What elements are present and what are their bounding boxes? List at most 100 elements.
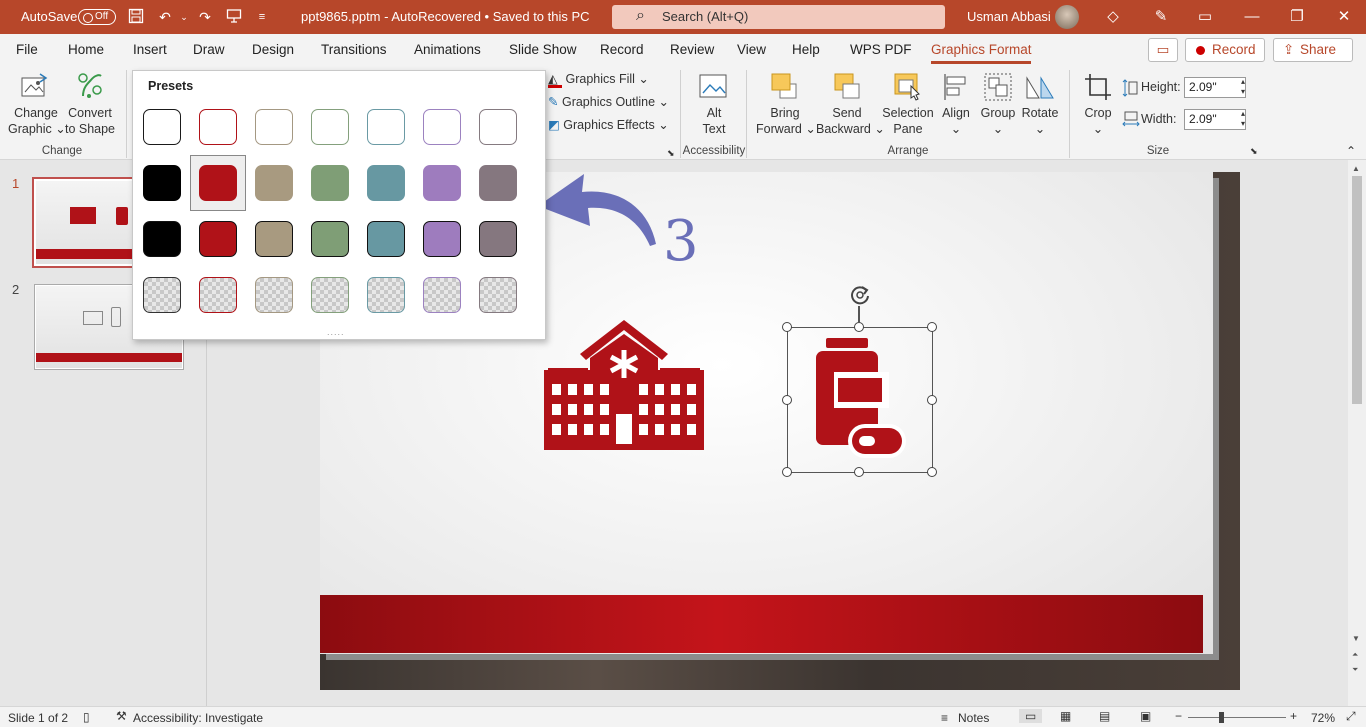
zoom-slider-thumb[interactable] bbox=[1219, 712, 1224, 723]
redo-icon[interactable]: ↷ bbox=[196, 8, 214, 26]
zoom-in-icon[interactable]: + bbox=[1290, 709, 1297, 723]
preset-swatch-r2-c7[interactable] bbox=[479, 165, 517, 201]
convert-to-shape-button[interactable]: Convert to Shape bbox=[64, 105, 116, 137]
autosave-toggle[interactable]: Off bbox=[78, 9, 116, 25]
preset-swatch-r4-c3[interactable] bbox=[255, 277, 293, 313]
send-backward-button[interactable]: Send Backward ⌄ bbox=[816, 105, 885, 137]
preset-swatch-r3-c4[interactable] bbox=[311, 221, 349, 257]
resize-handle-bottom-left[interactable] bbox=[782, 467, 792, 477]
width-spinner-icon[interactable]: ▴ ▾ bbox=[1241, 109, 1245, 129]
avatar[interactable] bbox=[1055, 5, 1079, 29]
accessibility-status[interactable]: Accessibility: Investigate bbox=[133, 711, 263, 725]
share-button[interactable]: ⇪ Share bbox=[1273, 38, 1353, 62]
preset-swatch-r3-c2[interactable] bbox=[199, 221, 237, 257]
width-input[interactable]: 2.09" bbox=[1184, 109, 1246, 130]
scroll-down-icon[interactable]: ▼ bbox=[1352, 634, 1360, 643]
align-icon[interactable] bbox=[942, 72, 970, 105]
preset-swatch-r3-c6[interactable] bbox=[423, 221, 461, 257]
scroll-up-icon[interactable]: ▲ bbox=[1352, 164, 1360, 173]
tab-help[interactable]: Help bbox=[792, 42, 820, 57]
spell-check-icon[interactable]: ▯ bbox=[83, 710, 90, 724]
alt-text-button[interactable]: Alt Text bbox=[694, 105, 734, 137]
restore-icon[interactable]: ❐ bbox=[1287, 7, 1307, 27]
group-icon[interactable] bbox=[983, 72, 1013, 105]
notes-button[interactable]: Notes bbox=[958, 711, 989, 725]
preset-swatch-r4-c5[interactable] bbox=[367, 277, 405, 313]
tab-review[interactable]: Review bbox=[670, 42, 714, 57]
preset-swatch-r4-c4[interactable] bbox=[311, 277, 349, 313]
rotate-icon[interactable] bbox=[1025, 72, 1055, 105]
vertical-scrollbar[interactable]: ▲ ▼ ⏶ ⏷ bbox=[1348, 160, 1366, 706]
preset-swatch-r2-c2[interactable] bbox=[199, 165, 237, 201]
preset-swatch-r1-c3[interactable] bbox=[255, 109, 293, 145]
preset-swatch-r2-c6[interactable] bbox=[423, 165, 461, 201]
search-box[interactable]: ⌕ Search (Alt+Q) bbox=[612, 5, 945, 29]
resize-handle-bottom-right[interactable] bbox=[927, 467, 937, 477]
ribbon-display-icon[interactable]: ▭ bbox=[1195, 7, 1215, 27]
rotate-button[interactable]: Rotate ⌄ bbox=[1019, 105, 1061, 137]
accessibility-icon[interactable]: ⚒ bbox=[116, 709, 127, 723]
selection-pane-button[interactable]: Selection Pane bbox=[880, 105, 936, 137]
resize-handle-top-right[interactable] bbox=[927, 322, 937, 332]
present-icon[interactable] bbox=[225, 8, 243, 26]
change-graphic-button[interactable]: Change Graphic ⌄ bbox=[8, 105, 66, 137]
zoom-slider[interactable] bbox=[1188, 717, 1286, 718]
tab-view[interactable]: View bbox=[737, 42, 766, 57]
collapse-ribbon-icon[interactable]: ⌃ bbox=[1346, 144, 1356, 158]
preset-swatch-r1-c6[interactable] bbox=[423, 109, 461, 145]
gallery-resize-grip[interactable]: ..... bbox=[327, 327, 345, 337]
fit-to-window-icon[interactable]: ⤢ bbox=[1346, 709, 1356, 724]
preset-swatch-r2-c3[interactable] bbox=[255, 165, 293, 201]
preset-swatch-r3-c5[interactable] bbox=[367, 221, 405, 257]
customize-toolbar-icon[interactable]: ≡ bbox=[253, 8, 271, 26]
resize-handle-right[interactable] bbox=[927, 395, 937, 405]
preset-swatch-r3-c3[interactable] bbox=[255, 221, 293, 257]
minimize-icon[interactable]: — bbox=[1242, 7, 1262, 27]
group-button[interactable]: Group ⌄ bbox=[977, 105, 1019, 137]
previous-slide-icon[interactable]: ⏶ bbox=[1352, 650, 1358, 660]
hospital-icon[interactable] bbox=[544, 320, 704, 455]
resize-handle-left[interactable] bbox=[782, 395, 792, 405]
notes-icon[interactable]: ≡ bbox=[941, 711, 948, 725]
preset-swatch-r1-c2[interactable] bbox=[199, 109, 237, 145]
zoom-out-icon[interactable]: − bbox=[1175, 709, 1182, 723]
preset-swatch-r3-c7[interactable] bbox=[479, 221, 517, 257]
resize-handle-top-left[interactable] bbox=[782, 322, 792, 332]
tab-home[interactable]: Home bbox=[68, 42, 104, 57]
preset-swatch-r1-c7[interactable] bbox=[479, 109, 517, 145]
record-button[interactable]: Record bbox=[1185, 38, 1265, 62]
alt-text-icon[interactable] bbox=[698, 73, 730, 104]
scroll-thumb[interactable] bbox=[1352, 176, 1362, 404]
tab-insert[interactable]: Insert bbox=[133, 42, 167, 57]
comments-button[interactable]: ▭ bbox=[1148, 38, 1178, 62]
preset-swatch-r1-c5[interactable] bbox=[367, 109, 405, 145]
close-icon[interactable]: ✕ bbox=[1334, 7, 1354, 27]
crop-button[interactable]: Crop ⌄ bbox=[1078, 105, 1118, 137]
zoom-level[interactable]: 72% bbox=[1311, 711, 1335, 725]
save-icon[interactable] bbox=[127, 8, 145, 26]
undo-icon[interactable]: ↶ bbox=[156, 8, 174, 26]
normal-view-icon[interactable]: ▭ bbox=[1019, 709, 1043, 723]
selection-pane-icon[interactable] bbox=[893, 72, 923, 105]
tab-file[interactable]: File bbox=[16, 42, 38, 57]
tab-record[interactable]: Record bbox=[600, 42, 644, 57]
preset-swatch-r2-c5[interactable] bbox=[367, 165, 405, 201]
graphics-styles-launcher-icon[interactable]: ⬊ bbox=[667, 148, 675, 159]
size-launcher-icon[interactable]: ⬊ bbox=[1250, 146, 1258, 157]
slideshow-view-icon[interactable]: ▣ bbox=[1140, 709, 1151, 723]
graphics-fill-button[interactable]: ◭ Graphics Fill ⌄ bbox=[548, 71, 649, 88]
send-backward-icon[interactable] bbox=[833, 72, 863, 105]
preset-swatch-r4-c1[interactable] bbox=[143, 277, 181, 313]
bring-forward-button[interactable]: Bring Forward ⌄ bbox=[756, 105, 816, 137]
convert-to-shape-icon[interactable] bbox=[75, 70, 107, 105]
next-slide-icon[interactable]: ⏷ bbox=[1352, 665, 1358, 675]
pen-icon[interactable]: ✎ bbox=[1151, 7, 1171, 27]
graphics-effects-button[interactable]: ◩ Graphics Effects ⌄ bbox=[548, 117, 669, 132]
change-graphic-icon[interactable] bbox=[20, 72, 50, 105]
preset-swatch-r2-c1[interactable] bbox=[143, 165, 181, 201]
reading-view-icon[interactable]: ▤ bbox=[1099, 709, 1110, 723]
crop-icon[interactable] bbox=[1083, 72, 1113, 105]
preset-swatch-r4-c7[interactable] bbox=[479, 277, 517, 313]
tab-design[interactable]: Design bbox=[252, 42, 294, 57]
tab-wps-pdf[interactable]: WPS PDF bbox=[850, 42, 912, 57]
